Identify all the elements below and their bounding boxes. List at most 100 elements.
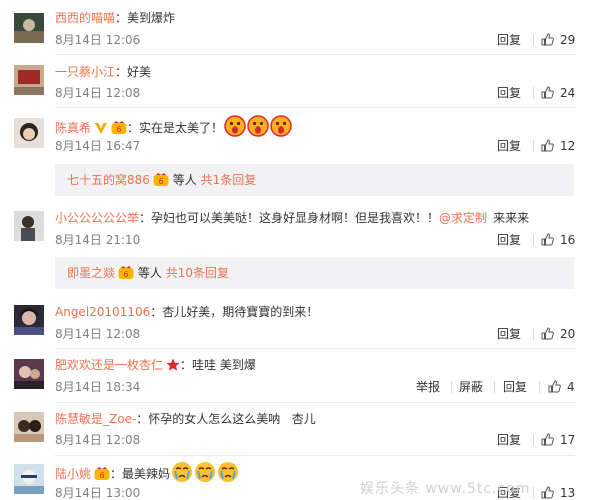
action-divider bbox=[533, 140, 534, 152]
comment-separator: ： bbox=[127, 121, 140, 135]
comment-text-tail: 来来来 bbox=[493, 211, 530, 225]
comment-time: 8月14日 21:10 bbox=[55, 233, 141, 247]
comment-separator: ： bbox=[115, 65, 128, 79]
comment-time: 8月14日 12:08 bbox=[55, 86, 141, 100]
sub-reply-count-link[interactable]: 共10条回复 bbox=[166, 266, 229, 280]
comment-text: 孕妇也可以美美哒！这身好显身材啊！但是我喜欢！！ bbox=[151, 211, 440, 225]
comment-time: 8月14日 12:08 bbox=[55, 433, 141, 447]
action-divider bbox=[533, 87, 534, 99]
comment-text: 最美辣妈 bbox=[122, 467, 171, 481]
reply-button[interactable]: 回复 bbox=[503, 380, 527, 394]
like-button[interactable]: 20 bbox=[541, 327, 575, 341]
comment-text: 美到爆炸 bbox=[127, 11, 176, 25]
comment-item: 肥欢欢还是一枚杏仁 ：哇哇 美到爆 8月14日 18:34 举报 屏蔽 回复 4 bbox=[0, 350, 589, 403]
thumb-up-icon bbox=[541, 433, 554, 446]
like-button[interactable]: 4 bbox=[548, 380, 575, 394]
surprised-face-icon bbox=[224, 115, 246, 137]
thumb-up-icon bbox=[541, 327, 554, 340]
reply-button[interactable]: 回复 bbox=[497, 327, 521, 341]
sub-reply-summary[interactable]: 七十五的窝886 6 等人 共1条回复 bbox=[55, 164, 574, 196]
username-link[interactable]: 小公公公公公举 bbox=[55, 211, 139, 225]
comment-text: 实在是太美了！ bbox=[139, 121, 224, 135]
crying-face-icon bbox=[195, 462, 216, 482]
sub-reply-username[interactable]: 即墨之燚 bbox=[67, 266, 115, 280]
row-divider bbox=[55, 348, 575, 349]
action-divider bbox=[533, 234, 534, 246]
reply-button[interactable]: 回复 bbox=[497, 86, 521, 100]
avatar[interactable] bbox=[14, 305, 44, 335]
svg-text:6: 6 bbox=[99, 471, 104, 480]
avatar[interactable] bbox=[14, 359, 44, 389]
reply-button[interactable]: 回复 bbox=[497, 433, 521, 447]
like-button[interactable]: 12 bbox=[541, 139, 575, 153]
thumb-up-icon bbox=[541, 33, 554, 46]
red-star-icon bbox=[166, 358, 180, 371]
sub-reply-etc: 等人 bbox=[137, 266, 162, 280]
sub-reply-etc: 等人 bbox=[172, 173, 197, 187]
username-link[interactable]: 西西的喵喵 bbox=[55, 11, 115, 25]
comment-separator: ： bbox=[139, 211, 152, 225]
avatar[interactable] bbox=[14, 211, 44, 241]
action-divider bbox=[533, 487, 534, 499]
watermark: 娱乐头条 www.5tc.com bbox=[360, 481, 531, 497]
sub-reply-count-link[interactable]: 共1条回复 bbox=[201, 173, 257, 187]
username-link[interactable]: 陆小姚 bbox=[55, 467, 91, 481]
sub-reply-username[interactable]: 七十五的窝886 bbox=[67, 173, 150, 187]
comment-separator: ： bbox=[150, 305, 163, 319]
thumb-up-icon bbox=[541, 486, 554, 499]
comment-item: 一只蔡小江：好美 8月14日 12:08 回复 24 bbox=[0, 56, 589, 108]
avatar[interactable] bbox=[14, 412, 44, 442]
svg-text:6: 6 bbox=[116, 125, 121, 134]
avatar[interactable] bbox=[14, 464, 44, 494]
username-link[interactable]: 陈慧敏是_Zoe- bbox=[55, 412, 136, 426]
vip-badge-icon: 6 bbox=[118, 266, 134, 279]
reply-button[interactable]: 回复 bbox=[497, 233, 521, 247]
like-button[interactable]: 13 bbox=[541, 486, 575, 500]
svg-text:6: 6 bbox=[123, 270, 128, 279]
gold-v-icon bbox=[95, 123, 108, 134]
report-button[interactable]: 举报 bbox=[416, 380, 440, 394]
reply-button[interactable]: 回复 bbox=[497, 33, 521, 47]
like-button[interactable]: 24 bbox=[541, 86, 575, 100]
thumb-up-icon bbox=[541, 86, 554, 99]
row-divider bbox=[55, 54, 575, 55]
block-button[interactable]: 屏蔽 bbox=[459, 380, 483, 394]
vip-badge-icon: 6 bbox=[111, 121, 127, 134]
like-button[interactable]: 29 bbox=[541, 33, 575, 47]
mention-link[interactable]: @求定制 bbox=[439, 211, 487, 225]
username-link[interactable]: 陈真希 bbox=[55, 121, 91, 135]
surprised-face-icon bbox=[270, 115, 292, 137]
like-count: 29 bbox=[560, 33, 576, 47]
reply-button[interactable]: 回复 bbox=[497, 139, 521, 153]
comment-time: 8月14日 16:47 bbox=[55, 139, 141, 153]
crying-face-icon bbox=[172, 462, 193, 482]
thumb-up-icon bbox=[541, 233, 554, 246]
comment-item: Angel20101106：杏儿好美，期待寶寶的到来！ 8月14日 12:08 … bbox=[0, 296, 589, 349]
action-divider bbox=[533, 434, 534, 446]
comment-text: 杏儿好美，期待寶寶的到来！ bbox=[162, 305, 319, 319]
crying-face-icon bbox=[218, 462, 239, 482]
like-count: 20 bbox=[560, 327, 576, 341]
action-divider bbox=[494, 381, 495, 393]
username-link[interactable]: 肥欢欢还是一枚杏仁 bbox=[55, 358, 163, 372]
like-button[interactable]: 17 bbox=[541, 433, 575, 447]
comment-time: 8月14日 12:08 bbox=[55, 327, 141, 341]
comment-separator: ： bbox=[180, 358, 193, 372]
like-button[interactable]: 16 bbox=[541, 233, 575, 247]
comment-text: 哇哇 美到爆 bbox=[192, 358, 256, 372]
like-count: 12 bbox=[560, 139, 576, 153]
avatar[interactable] bbox=[14, 65, 44, 95]
comment-item: 小公公公公公举：孕妇也可以美美哒！这身好显身材啊！但是我喜欢！！@求定制 来来来 … bbox=[0, 200, 589, 252]
vip-badge-icon: 6 bbox=[94, 467, 110, 480]
like-count: 24 bbox=[560, 86, 576, 100]
sub-reply-summary[interactable]: 即墨之燚 6 等人 共10条回复 bbox=[55, 257, 574, 289]
svg-text:6: 6 bbox=[158, 177, 163, 186]
username-link[interactable]: Angel20101106 bbox=[55, 305, 150, 319]
action-divider bbox=[539, 381, 540, 393]
comment-item: 西西的喵喵：美到爆炸 8月14日 12:06 回复 29 bbox=[0, 0, 589, 55]
username-link[interactable]: 一只蔡小江 bbox=[55, 65, 115, 79]
avatar[interactable] bbox=[14, 13, 44, 43]
like-count: 16 bbox=[560, 233, 576, 247]
thumb-up-icon bbox=[541, 139, 554, 152]
avatar[interactable] bbox=[14, 118, 44, 148]
